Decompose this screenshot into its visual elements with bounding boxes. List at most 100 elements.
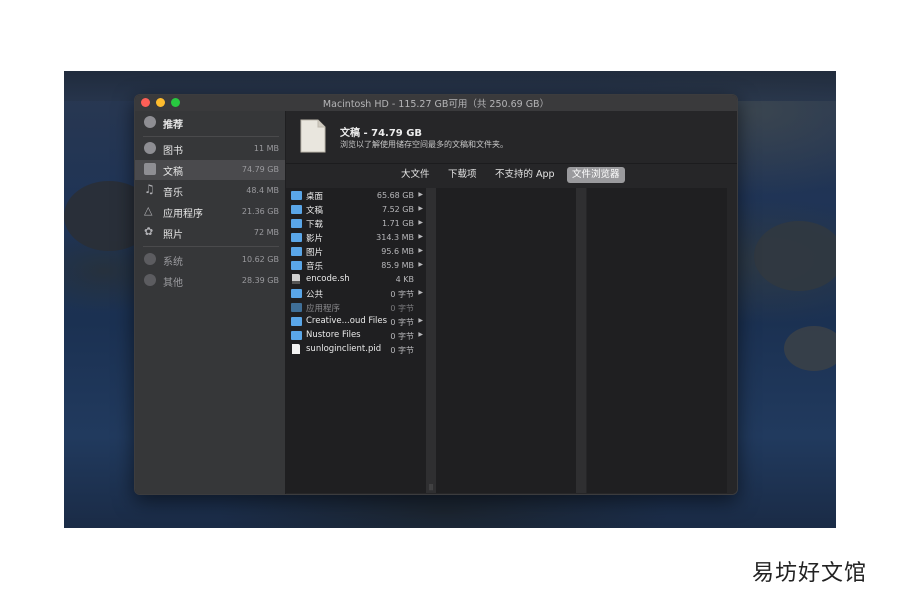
photos-icon: ✿ (144, 225, 154, 238)
header-divider (286, 163, 737, 164)
folder-icon (291, 331, 302, 340)
sidebar-item-music[interactable]: ♫ 音乐 48.4 MB (135, 181, 285, 201)
sidebar-item-books[interactable]: 图书 11 MB (135, 139, 285, 159)
disclosure-arrow-icon: ▶ (418, 289, 423, 296)
sidebar-item-label: 推荐 (163, 120, 183, 131)
file-size: 0 字节 (390, 332, 414, 341)
sidebar-item-size: 74.79 GB (241, 165, 279, 174)
list-item[interactable]: 影片 314.3 MB ▶ (286, 231, 426, 245)
sidebar-item-label: 照片 (163, 230, 183, 241)
disclosure-arrow-icon: ▶ (418, 317, 423, 324)
sidebar-item-recommend[interactable]: 推荐 (135, 113, 285, 133)
sidebar-item-size: 72 MB (253, 228, 279, 237)
documents-icon (144, 163, 156, 175)
file-browser-column-1[interactable]: 桌面 65.68 GB ▶ 文稿 7.52 GB ▶ 下载 1.71 GB ▶ … (286, 188, 426, 493)
disclosure-arrow-icon: ▶ (418, 247, 423, 254)
list-item[interactable]: 公共 0 字节 ▶ (286, 287, 426, 301)
file-size: 0 字节 (390, 346, 414, 355)
sidebar-item-documents[interactable]: 文稿 74.79 GB (135, 160, 285, 180)
folder-icon (291, 317, 302, 326)
title-bar[interactable]: Macintosh HD - 115.27 GB可用（共 250.69 GB） (135, 95, 737, 112)
folder-icon (291, 233, 302, 242)
file-name: sunloginclient.pid (306, 344, 382, 354)
tab-unsupported-apps[interactable]: 不支持的 App (490, 167, 560, 183)
file-size: 1.71 GB (381, 219, 414, 228)
file-name: 文稿 (306, 206, 324, 216)
column-resize-handle[interactable] (576, 188, 586, 493)
window-title: Macintosh HD - 115.27 GB可用（共 250.69 GB） (322, 99, 550, 110)
file-icon (292, 344, 300, 354)
disclosure-arrow-icon: ▶ (418, 261, 423, 268)
folder-icon (291, 191, 302, 200)
file-name: 图片 (306, 248, 324, 258)
sidebar-item-label: 系统 (163, 257, 183, 268)
file-name: 影片 (306, 234, 324, 244)
folder-icon (291, 303, 302, 312)
resize-grip-icon: || (429, 484, 434, 491)
wallpaper-rock-small (784, 326, 836, 371)
list-item[interactable]: 文稿 7.52 GB ▶ (286, 203, 426, 217)
sidebar-item-label: 图书 (163, 146, 183, 157)
tab-large-files[interactable]: 大文件 (396, 167, 435, 183)
sidebar: 推荐 图书 11 MB 文稿 74.79 GB ♫ 音乐 48.4 MB △ 应… (135, 111, 286, 494)
file-name: encode.sh (306, 274, 350, 284)
list-item[interactable]: sunloginclient.pid 0 字节 (286, 343, 426, 357)
disclosure-arrow-icon: ▶ (418, 191, 423, 198)
watermark-text: 易坊好文馆 (752, 561, 868, 586)
category-description: 浏览以了解使用储存空间最多的文稿和文件夹。 (340, 140, 508, 149)
folder-icon (291, 219, 302, 228)
list-item[interactable]: 应用程序 0 字节 (286, 301, 426, 315)
file-name: 音乐 (306, 262, 324, 272)
wallpaper-rock-right (754, 221, 836, 291)
view-tabs: 大文件 下载项 不支持的 App 文件浏览器 (286, 166, 737, 184)
document-icon (300, 119, 326, 153)
folder-icon (291, 261, 302, 270)
disclosure-arrow-icon: ▶ (418, 219, 423, 226)
file-size: 65.68 GB (376, 191, 414, 200)
sidebar-item-label: 文稿 (163, 167, 183, 178)
folder-icon (291, 247, 302, 256)
sidebar-item-other[interactable]: 其他 28.39 GB (135, 271, 285, 291)
list-item[interactable]: 音乐 85.9 MB ▶ (286, 259, 426, 273)
storage-management-window: Macintosh HD - 115.27 GB可用（共 250.69 GB） … (134, 94, 738, 495)
list-item[interactable]: 桌面 65.68 GB ▶ (286, 189, 426, 203)
disclosure-arrow-icon: ▶ (418, 233, 423, 240)
other-icon (144, 274, 156, 286)
books-icon (144, 142, 156, 154)
sidebar-item-label: 音乐 (163, 188, 183, 199)
file-size: 314.3 MB (376, 233, 414, 242)
list-item[interactable]: Creative...oud Files 0 字节 ▶ (286, 315, 426, 329)
applications-icon: △ (144, 204, 153, 217)
column-resize-handle[interactable]: || (426, 188, 436, 493)
sidebar-item-size: 28.39 GB (241, 276, 279, 285)
category-title: 文稿 - 74.79 GB (340, 128, 423, 139)
folder-icon (291, 289, 302, 298)
disclosure-arrow-icon: ▶ (418, 331, 423, 338)
list-item[interactable]: 图片 95.6 MB ▶ (286, 245, 426, 259)
sidebar-item-system[interactable]: 系统 10.62 GB (135, 250, 285, 270)
file-browser-column-3[interactable] (587, 188, 727, 493)
file-name: 下载 (306, 220, 324, 230)
file-size: 95.6 MB (381, 247, 414, 256)
list-item[interactable]: Nustore Files 0 字节 ▶ (286, 329, 426, 343)
file-size: 85.9 MB (381, 261, 414, 270)
tab-downloads[interactable]: 下载项 (443, 167, 482, 183)
file-name: 桌面 (306, 192, 324, 202)
sidebar-divider (143, 136, 279, 137)
sidebar-item-size: 48.4 MB (246, 186, 279, 195)
sidebar-item-applications[interactable]: △ 应用程序 21.36 GB (135, 202, 285, 222)
sidebar-item-photos[interactable]: ✿ 照片 72 MB (135, 223, 285, 243)
file-browser-column-2[interactable] (436, 188, 576, 493)
system-icon (144, 253, 156, 265)
sidebar-item-size: 10.62 GB (241, 255, 279, 264)
sidebar-item-size: 21.36 GB (241, 207, 279, 216)
music-icon: ♫ (144, 182, 155, 196)
main-content: 文稿 - 74.79 GB 浏览以了解使用储存空间最多的文稿和文件夹。 大文件 … (286, 111, 737, 494)
file-size: 0 字节 (390, 304, 414, 313)
list-item[interactable]: encode.sh 4 KB (286, 273, 426, 287)
disclosure-arrow-icon: ▶ (418, 205, 423, 212)
tab-file-browser[interactable]: 文件浏览器 (567, 167, 625, 183)
sidebar-item-size: 11 MB (253, 144, 279, 153)
file-name: 公共 (306, 290, 324, 300)
list-item[interactable]: 下载 1.71 GB ▶ (286, 217, 426, 231)
